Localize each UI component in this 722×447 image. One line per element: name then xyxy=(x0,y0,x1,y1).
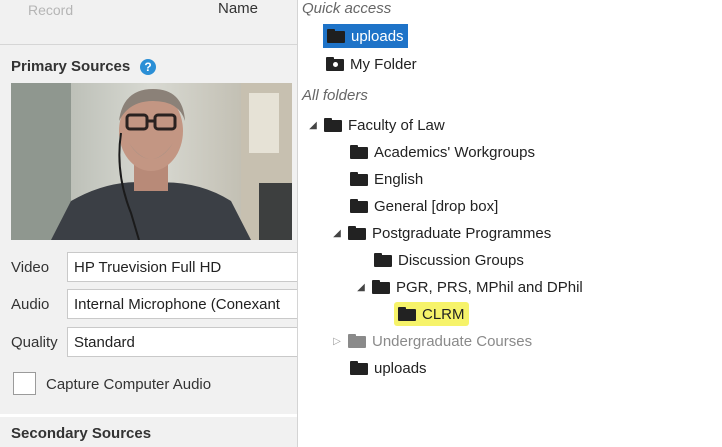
folder-icon xyxy=(350,172,368,186)
folder-label: My Folder xyxy=(350,55,417,73)
folder-tree-panel: Quick access uploads My Folder All folde… xyxy=(298,0,722,447)
webcam-preview-image xyxy=(11,83,292,240)
folder-icon xyxy=(348,334,366,348)
quick-access-uploads[interactable]: uploads xyxy=(323,24,408,48)
quick-access-my-folder[interactable]: My Folder xyxy=(326,52,417,76)
tree-item-undergraduate-courses[interactable]: ▷ Undergraduate Courses xyxy=(330,329,532,353)
folder-label: Undergraduate Courses xyxy=(372,332,533,350)
quick-access-label: Quick access xyxy=(302,0,392,17)
tree-item-academics-workgroups[interactable]: Academics' Workgroups xyxy=(350,140,535,164)
folder-label: PGR, PRS, MPhil and DPhil xyxy=(396,278,583,296)
tree-item-general-drop-box[interactable]: General [drop box] xyxy=(350,194,498,218)
audio-label: Audio xyxy=(11,296,50,313)
tree-item-pgr-prs-mphil-dphil[interactable]: ◢ PGR, PRS, MPhil and DPhil xyxy=(354,275,583,299)
my-folder-icon xyxy=(326,57,344,71)
folder-icon xyxy=(324,118,342,132)
expand-icon[interactable]: ◢ xyxy=(330,228,344,239)
webcam-preview xyxy=(11,83,292,240)
divider xyxy=(0,44,298,45)
record-column-header: Record xyxy=(28,2,74,18)
quality-label: Quality xyxy=(11,334,58,351)
help-icon[interactable]: ? xyxy=(140,59,156,75)
folder-label: Postgraduate Programmes xyxy=(372,224,552,242)
expand-icon[interactable]: ◢ xyxy=(354,282,368,293)
folder-label: English xyxy=(374,170,424,188)
folder-label: Academics' Workgroups xyxy=(374,143,535,161)
tree-item-postgraduate-programmes[interactable]: ◢ Postgraduate Programmes xyxy=(330,221,551,245)
folder-icon xyxy=(350,199,368,213)
name-column-header[interactable]: Name xyxy=(218,0,258,17)
expand-icon[interactable]: ◢ xyxy=(306,120,320,131)
capture-audio-checkbox[interactable] xyxy=(13,372,36,395)
folder-icon xyxy=(372,280,390,294)
folder-label: General [drop box] xyxy=(374,197,499,215)
column-header-strip: Record Name xyxy=(0,0,298,44)
folder-label: Faculty of Law xyxy=(348,116,445,134)
collapse-icon[interactable]: ▷ xyxy=(330,336,344,347)
recorder-panel: Record Name Primary Sources ? Video HP T… xyxy=(0,0,298,447)
folder-label: uploads xyxy=(374,359,427,377)
tree-item-discussion-groups[interactable]: Discussion Groups xyxy=(374,248,524,272)
tree-item-clrm[interactable]: CLRM xyxy=(394,302,469,326)
tree-item-english[interactable]: English xyxy=(350,167,423,191)
folder-icon xyxy=(350,361,368,375)
folder-icon xyxy=(374,253,392,267)
folder-icon xyxy=(350,145,368,159)
tree-item-faculty-of-law[interactable]: ◢ Faculty of Law xyxy=(306,113,445,137)
folder-label: uploads xyxy=(351,27,404,45)
quality-select[interactable]: Standard xyxy=(67,327,298,357)
audio-source-select[interactable]: Internal Microphone (Conexant xyxy=(67,289,298,319)
folder-label: CLRM xyxy=(422,305,465,323)
folder-icon xyxy=(348,226,366,240)
secondary-sources-heading: Secondary Sources xyxy=(11,425,152,442)
folder-label: Discussion Groups xyxy=(398,251,524,269)
primary-sources-heading: Primary Sources xyxy=(11,58,131,75)
video-label: Video xyxy=(11,259,50,276)
capture-audio-label[interactable]: Capture Computer Audio xyxy=(46,376,211,393)
tree-item-uploads[interactable]: uploads xyxy=(350,356,427,380)
folder-icon xyxy=(398,307,416,321)
all-folders-label: All folders xyxy=(302,87,368,104)
folder-icon xyxy=(327,29,345,43)
video-source-select[interactable]: HP Truevision Full HD xyxy=(67,252,298,282)
section-separator xyxy=(0,414,298,417)
